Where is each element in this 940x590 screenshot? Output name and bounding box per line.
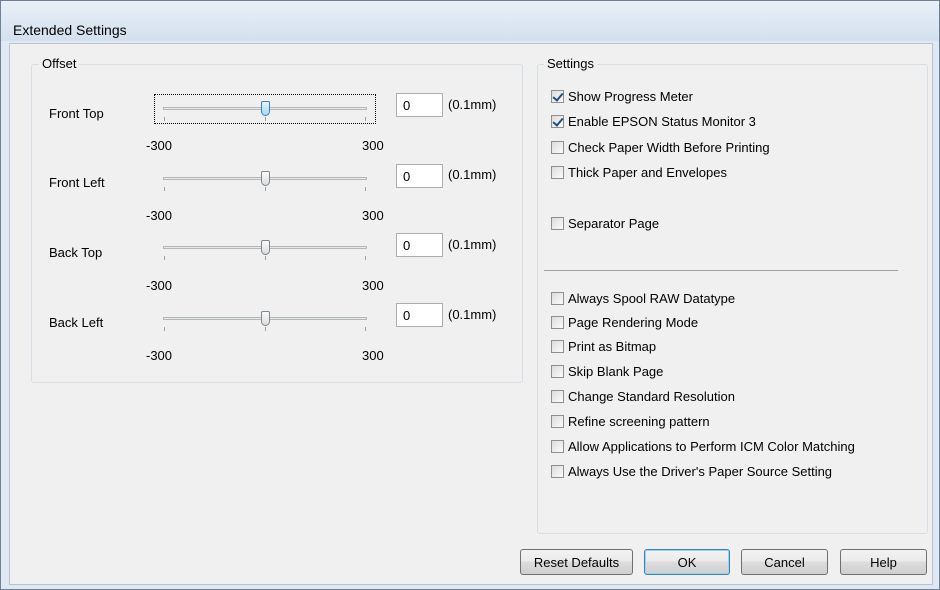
checkbox-box[interactable] — [551, 165, 564, 179]
thick-paper-checkbox[interactable]: Thick Paper and Envelopes — [551, 163, 727, 181]
slider-tick-min — [164, 187, 165, 191]
checkbox-label: Skip Blank Page — [568, 363, 664, 379]
cancel-button[interactable]: Cancel — [741, 549, 828, 575]
checkbox-label: Check Paper Width Before Printing — [568, 139, 770, 155]
checkbox-label: Separator Page — [568, 215, 660, 231]
slider-tick-max — [365, 256, 366, 260]
title-bar[interactable]: Extended Settings — [1, 1, 939, 41]
window-title: Extended Settings — [13, 22, 127, 38]
checkbox-box[interactable] — [551, 114, 564, 128]
checkbox-box[interactable] — [551, 439, 564, 453]
checkbox-box[interactable] — [551, 339, 564, 353]
checkbox-label: Allow Applications to Perform ICM Color … — [568, 438, 855, 454]
back-left-max-label: 300 — [362, 348, 384, 363]
checkbox-label: Show Progress Meter — [568, 88, 693, 104]
offset-legend: Offset — [39, 56, 80, 71]
back-left-unit: (0.1mm) — [448, 307, 497, 322]
extended-settings-dialog: Extended Settings Offset Front Top (0.1m… — [0, 0, 940, 590]
front-top-label: Front Top — [49, 106, 104, 121]
front-left-input[interactable] — [396, 164, 443, 188]
slider-tick-max — [365, 117, 366, 121]
dialog-client-area: Offset Front Top (0.1mm) -300 300 Front … — [9, 43, 933, 585]
slider-thumb[interactable] — [261, 240, 270, 255]
slider-tick-max — [365, 327, 366, 331]
slider-tick-mid — [265, 187, 266, 191]
slider-tick-mid — [265, 256, 266, 260]
slider-thumb[interactable] — [261, 311, 270, 326]
refine-screening-pattern-checkbox[interactable]: Refine screening pattern — [551, 412, 710, 430]
checkbox-label: Page Rendering Mode — [568, 314, 699, 330]
slider-thumb[interactable] — [261, 171, 270, 186]
slider-tick-min — [164, 327, 165, 331]
back-top-unit: (0.1mm) — [448, 237, 497, 252]
slider-tick-min — [164, 117, 165, 121]
slider-tick-max — [365, 187, 366, 191]
show-progress-meter-checkbox[interactable]: Show Progress Meter — [551, 87, 693, 105]
help-button[interactable]: Help — [840, 549, 927, 575]
back-top-min-label: -300 — [146, 278, 173, 293]
checkbox-label: Always Use the Driver's Paper Source Set… — [568, 463, 833, 479]
always-spool-raw-checkbox[interactable]: Always Spool RAW Datatype — [551, 289, 735, 307]
back-left-min-label: -300 — [146, 348, 173, 363]
front-left-label: Front Left — [49, 175, 105, 190]
separator-page-checkbox[interactable]: Separator Page — [551, 214, 659, 232]
checkbox-box[interactable] — [551, 315, 564, 329]
back-top-max-label: 300 — [362, 278, 384, 293]
enable-status-monitor-checkbox[interactable]: Enable EPSON Status Monitor 3 — [551, 112, 756, 130]
slider-tick-mid — [265, 117, 266, 121]
icm-color-matching-checkbox[interactable]: Allow Applications to Perform ICM Color … — [551, 437, 855, 455]
checkbox-label: Thick Paper and Envelopes — [568, 164, 727, 180]
offset-group: Offset Front Top (0.1mm) -300 300 Front … — [31, 56, 523, 383]
checkbox-box[interactable] — [551, 364, 564, 378]
checkbox-label: Enable EPSON Status Monitor 3 — [568, 113, 756, 129]
checkbox-box[interactable] — [551, 414, 564, 428]
back-left-input[interactable] — [396, 303, 443, 327]
back-top-slider[interactable] — [155, 234, 375, 262]
change-standard-resolution-checkbox[interactable]: Change Standard Resolution — [551, 387, 735, 405]
front-top-max-label: 300 — [362, 138, 384, 153]
page-rendering-mode-checkbox[interactable]: Page Rendering Mode — [551, 313, 698, 331]
check-paper-width-checkbox[interactable]: Check Paper Width Before Printing — [551, 138, 770, 156]
checkbox-box[interactable] — [551, 291, 564, 305]
checkbox-box[interactable] — [551, 216, 564, 230]
checkbox-box[interactable] — [551, 140, 564, 154]
slider-tick-min — [164, 256, 165, 260]
front-top-unit: (0.1mm) — [448, 97, 497, 112]
settings-legend: Settings — [544, 56, 597, 71]
front-top-slider[interactable] — [154, 94, 376, 124]
checkbox-box[interactable] — [551, 89, 564, 103]
front-left-slider[interactable] — [155, 165, 375, 193]
front-top-min-label: -300 — [146, 138, 173, 153]
back-left-slider[interactable] — [155, 305, 375, 333]
checkbox-label: Change Standard Resolution — [568, 388, 735, 404]
checkbox-box[interactable] — [551, 389, 564, 403]
front-left-unit: (0.1mm) — [448, 167, 497, 182]
settings-divider — [544, 270, 898, 271]
checkbox-label: Refine screening pattern — [568, 413, 710, 429]
slider-tick-mid — [265, 327, 266, 331]
front-top-input[interactable] — [396, 93, 443, 117]
ok-button[interactable]: OK — [644, 549, 730, 575]
checkbox-box[interactable] — [551, 464, 564, 478]
back-top-input[interactable] — [396, 233, 443, 257]
checkbox-label: Print as Bitmap — [568, 338, 657, 354]
settings-group: Settings Show Progress Meter Enable EPSO… — [537, 56, 928, 534]
checkbox-label: Always Spool RAW Datatype — [568, 290, 736, 306]
skip-blank-page-checkbox[interactable]: Skip Blank Page — [551, 362, 663, 380]
back-top-label: Back Top — [49, 245, 103, 260]
reset-defaults-button[interactable]: Reset Defaults — [520, 549, 633, 575]
print-as-bitmap-checkbox[interactable]: Print as Bitmap — [551, 337, 656, 355]
front-left-max-label: 300 — [362, 208, 384, 223]
slider-thumb[interactable] — [261, 101, 270, 116]
driver-paper-source-checkbox[interactable]: Always Use the Driver's Paper Source Set… — [551, 462, 832, 480]
front-left-min-label: -300 — [146, 208, 173, 223]
back-left-label: Back Left — [49, 315, 104, 330]
